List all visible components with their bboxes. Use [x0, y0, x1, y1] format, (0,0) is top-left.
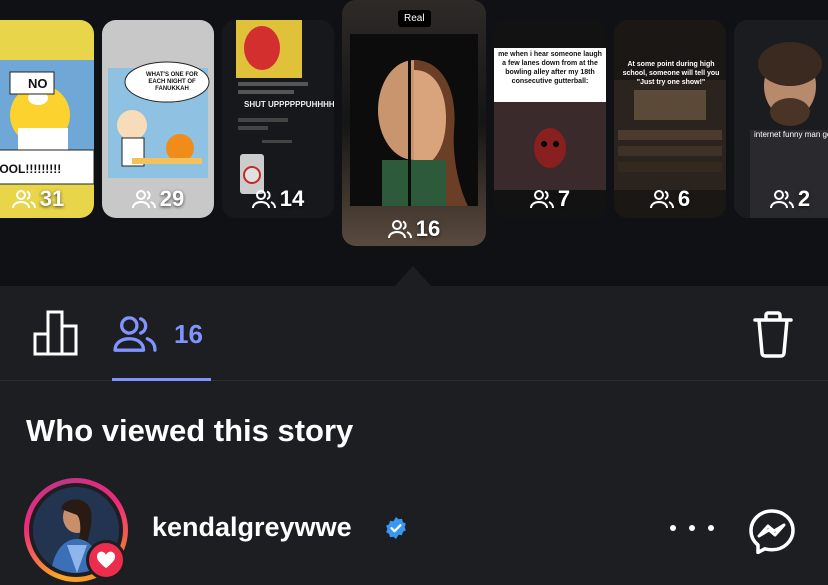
- story-viewer-count-value: 16: [415, 216, 441, 241]
- story-viewer-count-value: 31: [39, 186, 65, 211]
- story-viewer-count-value: 29: [159, 186, 185, 211]
- story-thumbnail[interactable]: me when i hear someone laugh a few lanes…: [494, 20, 606, 218]
- viewers-icon: [113, 316, 157, 352]
- liked-badge: [86, 540, 126, 580]
- more-options-button[interactable]: [670, 516, 714, 540]
- story-caption: CHOOL!!!!!!!!!: [0, 162, 62, 176]
- verified-icon: [386, 517, 406, 539]
- story-tabs: 16: [0, 286, 828, 381]
- real-badge: Real: [398, 10, 431, 27]
- viewers-icon: [131, 190, 156, 209]
- viewers-icon: [529, 190, 554, 209]
- story-thumbnail[interactable]: At some point during high school, someon…: [614, 20, 726, 218]
- story-caption: NO: [28, 76, 48, 91]
- trash-icon: [753, 311, 793, 358]
- story-viewer-count: 31: [0, 186, 94, 212]
- tab-insights[interactable]: [32, 310, 80, 356]
- viewers-icon: [251, 190, 276, 209]
- story-viewer-count: 16: [342, 216, 486, 242]
- tab-viewers[interactable]: 16: [112, 306, 212, 362]
- more-dot-icon: [670, 525, 676, 531]
- viewers-count: 16: [174, 318, 203, 349]
- story-viewer-count: 7: [494, 186, 606, 212]
- send-message-button[interactable]: [748, 508, 796, 555]
- story-caption: me when i hear someone laugh a few lanes…: [498, 51, 602, 85]
- viewers-icon: [387, 220, 412, 239]
- selected-story-pointer: [395, 266, 431, 286]
- story-viewer-count: 29: [102, 186, 214, 212]
- story-preview-image: [342, 0, 486, 246]
- story-viewer-count: 2: [734, 186, 828, 212]
- story-thumbnail[interactable]: NO CHOOL!!!!!!!!! 31: [0, 20, 94, 218]
- story-caption: SHUT UPPPPPPUHHHH: [244, 100, 334, 109]
- story-thumbnail-selected[interactable]: Real 16: [342, 0, 486, 246]
- story-viewer-count-value: 6: [677, 186, 691, 211]
- story-caption: At some point during high school, someon…: [622, 61, 720, 86]
- active-tab-indicator: [112, 378, 211, 381]
- viewer-username[interactable]: kendalgreywwe: [152, 512, 352, 543]
- story-thumbnail[interactable]: internet funny man gets mo 2: [734, 20, 828, 218]
- story-strip: NO CHOOL!!!!!!!!! 31 WHAT'S ONE FOR EACH…: [0, 0, 828, 286]
- heart-icon: [96, 551, 116, 569]
- viewer-row[interactable]: kendalgreywwe: [0, 476, 828, 585]
- more-dot-icon: [689, 525, 695, 531]
- more-dot-icon: [708, 525, 714, 531]
- story-viewer-count: 6: [614, 186, 726, 212]
- story-viewer-count-value: 7: [557, 186, 571, 211]
- story-thumbnail[interactable]: SHUT UPPPPPPUHHHH 14: [222, 20, 334, 218]
- viewers-icon: [649, 190, 674, 209]
- story-thumbnail[interactable]: WHAT'S ONE FOR EACH NIGHT OF FANUKKAH 29: [102, 20, 214, 218]
- viewers-icon: [769, 190, 794, 209]
- story-viewer-count-value: 14: [279, 186, 305, 211]
- delete-button[interactable]: [752, 310, 794, 358]
- section-title: Who viewed this story: [26, 413, 354, 448]
- messenger-icon: [749, 509, 795, 555]
- story-caption: internet funny man gets mo: [754, 130, 828, 139]
- viewers-icon: [11, 190, 36, 209]
- story-viewer-count-value: 2: [797, 186, 811, 211]
- bar-chart-icon: [33, 310, 78, 356]
- story-viewer-count: 14: [222, 186, 334, 212]
- story-caption: WHAT'S ONE FOR EACH NIGHT OF FANUKKAH: [146, 72, 198, 92]
